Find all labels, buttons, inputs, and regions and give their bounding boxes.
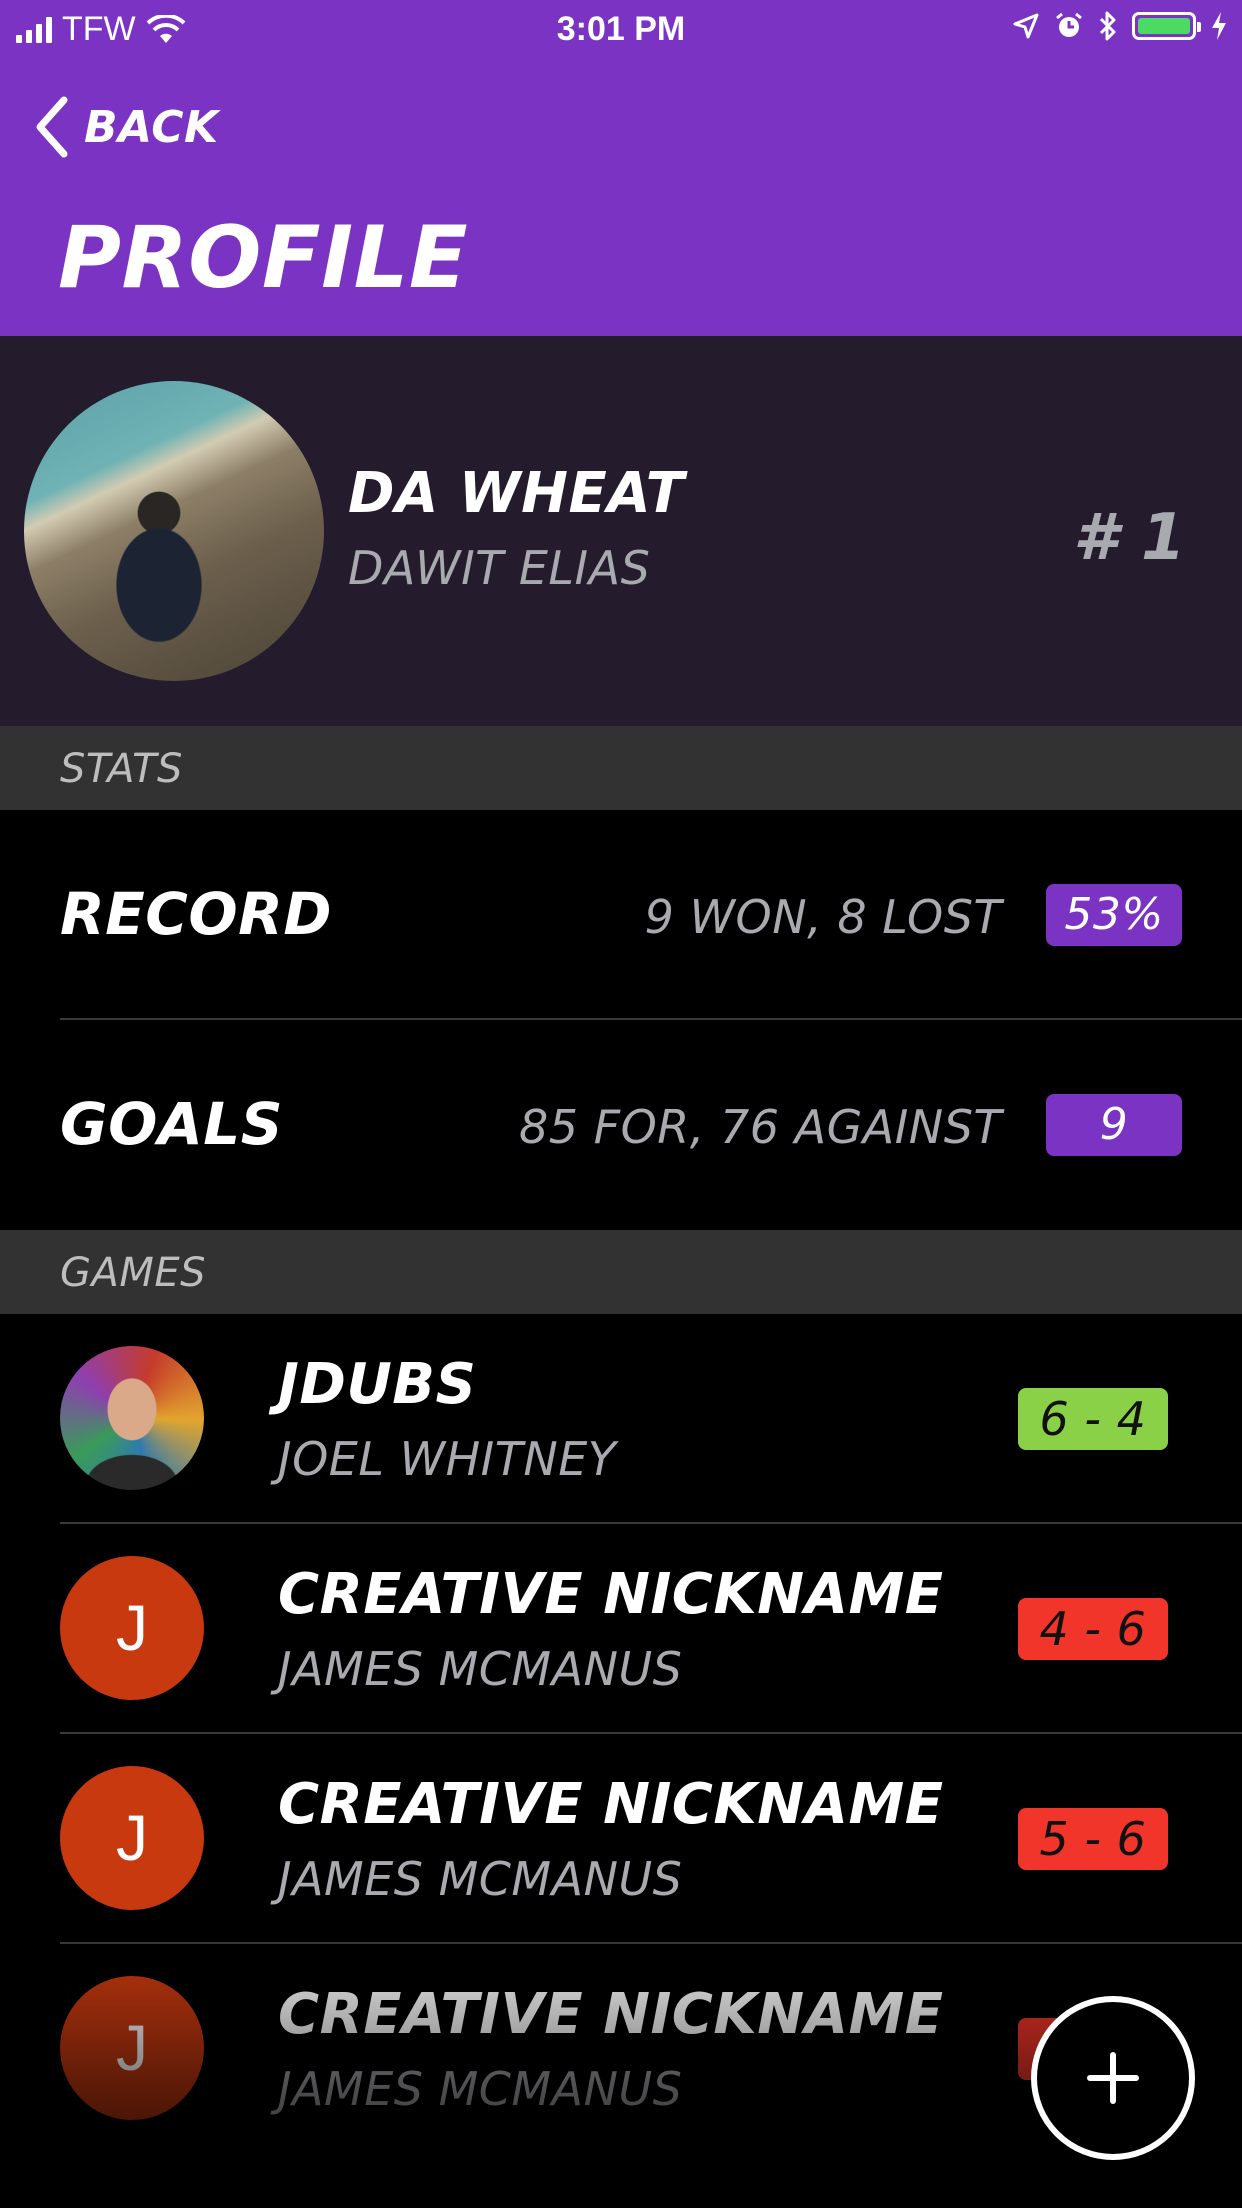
game-row[interactable]: J CREATIVE NICKNAME JAMES MCMANUS 4 - 6 xyxy=(60,1524,1242,1734)
profile-rank: # 1 xyxy=(1073,501,1186,575)
alarm-icon xyxy=(1056,12,1082,37)
status-right xyxy=(1012,10,1228,42)
battery-icon xyxy=(1132,12,1201,40)
games-section-label: GAMES xyxy=(60,1250,207,1296)
stat-value: 85 FOR, 76 AGAINST xyxy=(518,1100,1002,1154)
stat-value: 9 WON, 8 LOST xyxy=(644,890,1002,944)
stats-section-label: STATS xyxy=(60,746,183,792)
stat-label: GOALS xyxy=(60,1090,284,1158)
location-arrow-icon xyxy=(1013,13,1039,39)
back-label: BACK xyxy=(84,101,219,153)
page-title: PROFILE xyxy=(58,208,469,308)
player-avatar: J xyxy=(60,1976,204,2120)
profile-card: DA WHEAT DAWIT ELIAS # 1 xyxy=(0,336,1242,726)
game-player-name: JAMES MCMANUS xyxy=(278,1642,683,1696)
chevron-left-icon xyxy=(36,96,68,158)
stat-label: RECORD xyxy=(60,880,332,948)
player-avatar xyxy=(60,1346,204,1490)
game-row[interactable]: JDUBS JOEL WHITNEY 6 - 4 xyxy=(60,1314,1242,1524)
game-player-name: JOEL WHITNEY xyxy=(278,1432,617,1486)
stat-badge: 53% xyxy=(1046,884,1182,946)
stats-section-header: STATS xyxy=(0,726,1242,810)
stat-row-goals: GOALS 85 FOR, 76 AGAINST 9 xyxy=(60,1020,1242,1230)
game-row[interactable]: J CREATIVE NICKNAME JAMES MCMANUS 5 - 6 xyxy=(60,1734,1242,1944)
game-score-badge: 5 - 6 xyxy=(1018,1808,1168,1870)
add-game-button[interactable] xyxy=(1031,1996,1195,2160)
game-score-badge: 6 - 4 xyxy=(1018,1388,1168,1450)
game-player-nickname: CREATIVE NICKNAME xyxy=(278,1562,944,1627)
game-player-name: JAMES MCMANUS xyxy=(278,2062,683,2116)
status-bar: TFW 3:01 PM xyxy=(0,0,1242,62)
game-player-nickname: JDUBS xyxy=(278,1352,477,1417)
player-avatar: J xyxy=(60,1766,204,1910)
game-player-nickname: CREATIVE NICKNAME xyxy=(278,1772,944,1837)
stat-row-record: RECORD 9 WON, 8 LOST 53% xyxy=(60,810,1242,1020)
game-score-badge: 4 - 6 xyxy=(1018,1598,1168,1660)
profile-full-name: DAWIT ELIAS xyxy=(348,541,651,595)
player-avatar: J xyxy=(60,1556,204,1700)
game-player-name: JAMES MCMANUS xyxy=(278,1852,683,1906)
header: TFW 3:01 PM BACK PROFILE xyxy=(0,0,1242,336)
games-section-header: GAMES xyxy=(0,1230,1242,1314)
charging-bolt-icon xyxy=(1212,12,1226,40)
game-player-nickname: CREATIVE NICKNAME xyxy=(278,1982,944,2047)
bluetooth-icon xyxy=(1099,11,1116,41)
back-button[interactable]: BACK xyxy=(34,96,219,158)
profile-nickname: DA WHEAT xyxy=(348,461,685,526)
stat-badge: 9 xyxy=(1046,1094,1182,1156)
profile-avatar xyxy=(24,381,324,681)
